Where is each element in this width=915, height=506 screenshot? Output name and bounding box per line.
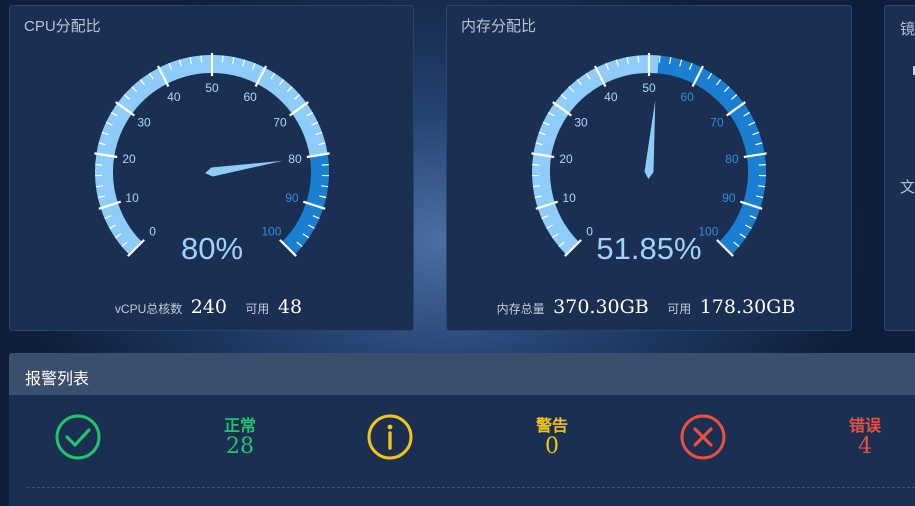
memory-panel: 内存分配比 0 10 20 30 40 50 60 70 80 90 100 51.85% 内存总量 … xyxy=(446,5,852,331)
cpu-gauge-tick-label: 40 xyxy=(167,90,181,104)
cpu-gauge: 0 10 20 30 40 50 60 70 80 90 100 80% xyxy=(94,53,330,266)
alarm-error-count[interactable]: 4 xyxy=(825,434,905,459)
cpu-gauge-minor-tick xyxy=(200,55,203,63)
memory-gauge: 010203040506070809010051.85% xyxy=(531,53,767,266)
alarm-list-header: 报警列表 xyxy=(9,353,915,395)
memory-gauge-minor-tick xyxy=(658,55,661,63)
alarm-error-label: 错误 xyxy=(848,418,881,435)
check-circle-icon[interactable] xyxy=(54,413,102,461)
memory-gauge-minor-tick xyxy=(637,55,640,63)
cpu-gauge-tick-label: 90 xyxy=(285,191,299,205)
cpu-available-value: 48 xyxy=(277,296,303,318)
memory-total-label: 内存总量 xyxy=(496,302,545,316)
memory-gauge-tick-label: 40 xyxy=(604,90,618,104)
memory-gauge-tick-label: 90 xyxy=(722,191,736,205)
memory-stats: 内存总量 370.30GB 可用 178.30GB xyxy=(447,296,851,318)
cpu-gauge-tick-label: 60 xyxy=(243,90,257,104)
memory-available-label: 可用 xyxy=(667,302,692,316)
cpu-gauge-needle xyxy=(205,160,284,177)
cpu-gauge-percent-text: 80% xyxy=(181,231,243,266)
memory-available-value: 178.30GB xyxy=(699,296,796,318)
cpu-gauge-tick-label: 100 xyxy=(261,224,281,238)
alarm-list-title: 报警列表 xyxy=(25,371,90,388)
mirror-panel-title: 镜 xyxy=(900,21,915,38)
cpu-available-label: 可用 xyxy=(245,302,270,316)
memory-gauge-tick-label: 30 xyxy=(574,116,588,130)
cpu-panel: CPU分配比 0 10 20 30 40 50 60 70 80 90 100 80% vCPU总核数… xyxy=(9,5,414,331)
cpu-gauge-tick-label: 30 xyxy=(137,116,151,130)
cpu-gauge-minor-tick xyxy=(221,55,224,63)
cpu-stats: vCPU总核数 240 可用 48 xyxy=(10,296,413,318)
memory-gauge-tick-label: 60 xyxy=(680,90,694,104)
alarm-divider xyxy=(27,487,915,488)
memory-gauge-tick-label: 70 xyxy=(710,116,724,130)
cpu-gauge-tick-label: 10 xyxy=(125,191,139,205)
memory-gauge-tick-label: 80 xyxy=(725,152,739,166)
alarm-warning-count[interactable]: 0 xyxy=(512,434,592,459)
memory-gauge-tick-label: 0 xyxy=(586,224,593,238)
mirror-panel: 镜 文 xyxy=(884,5,915,331)
memory-gauge-tick-label: 50 xyxy=(642,81,656,95)
memory-gauge-tick-label: 20 xyxy=(559,152,573,166)
cpu-gauge-tick-label: 0 xyxy=(149,224,156,238)
alarm-warning-label: 警告 xyxy=(535,418,568,435)
alarm-list-body: 正常 28 警告 0 错误 4 xyxy=(9,395,915,506)
cpu-gauge-tick-label: 80 xyxy=(288,152,302,166)
info-circle-icon[interactable] xyxy=(366,413,414,461)
cpu-gauge-tick-label: 70 xyxy=(273,116,287,130)
mirror-panel-label: 文 xyxy=(900,179,915,196)
cpu-total-value: 240 xyxy=(190,296,227,318)
x-circle-icon[interactable] xyxy=(679,413,727,461)
cpu-gauge-tick-label: 50 xyxy=(205,81,219,95)
memory-gauge-remaining-arc xyxy=(657,55,766,255)
memory-gauge-percent-text: 51.85% xyxy=(596,231,701,266)
memory-gauge-needle xyxy=(644,100,656,179)
alarm-normal-label: 正常 xyxy=(223,418,256,435)
cpu-gauge-tick-label: 20 xyxy=(122,152,136,166)
memory-total-value: 370.30GB xyxy=(553,296,649,318)
memory-gauge-tick-label: 10 xyxy=(562,191,576,205)
cpu-total-label: vCPU总核数 xyxy=(114,302,183,316)
alarm-normal-count[interactable]: 28 xyxy=(200,434,280,459)
